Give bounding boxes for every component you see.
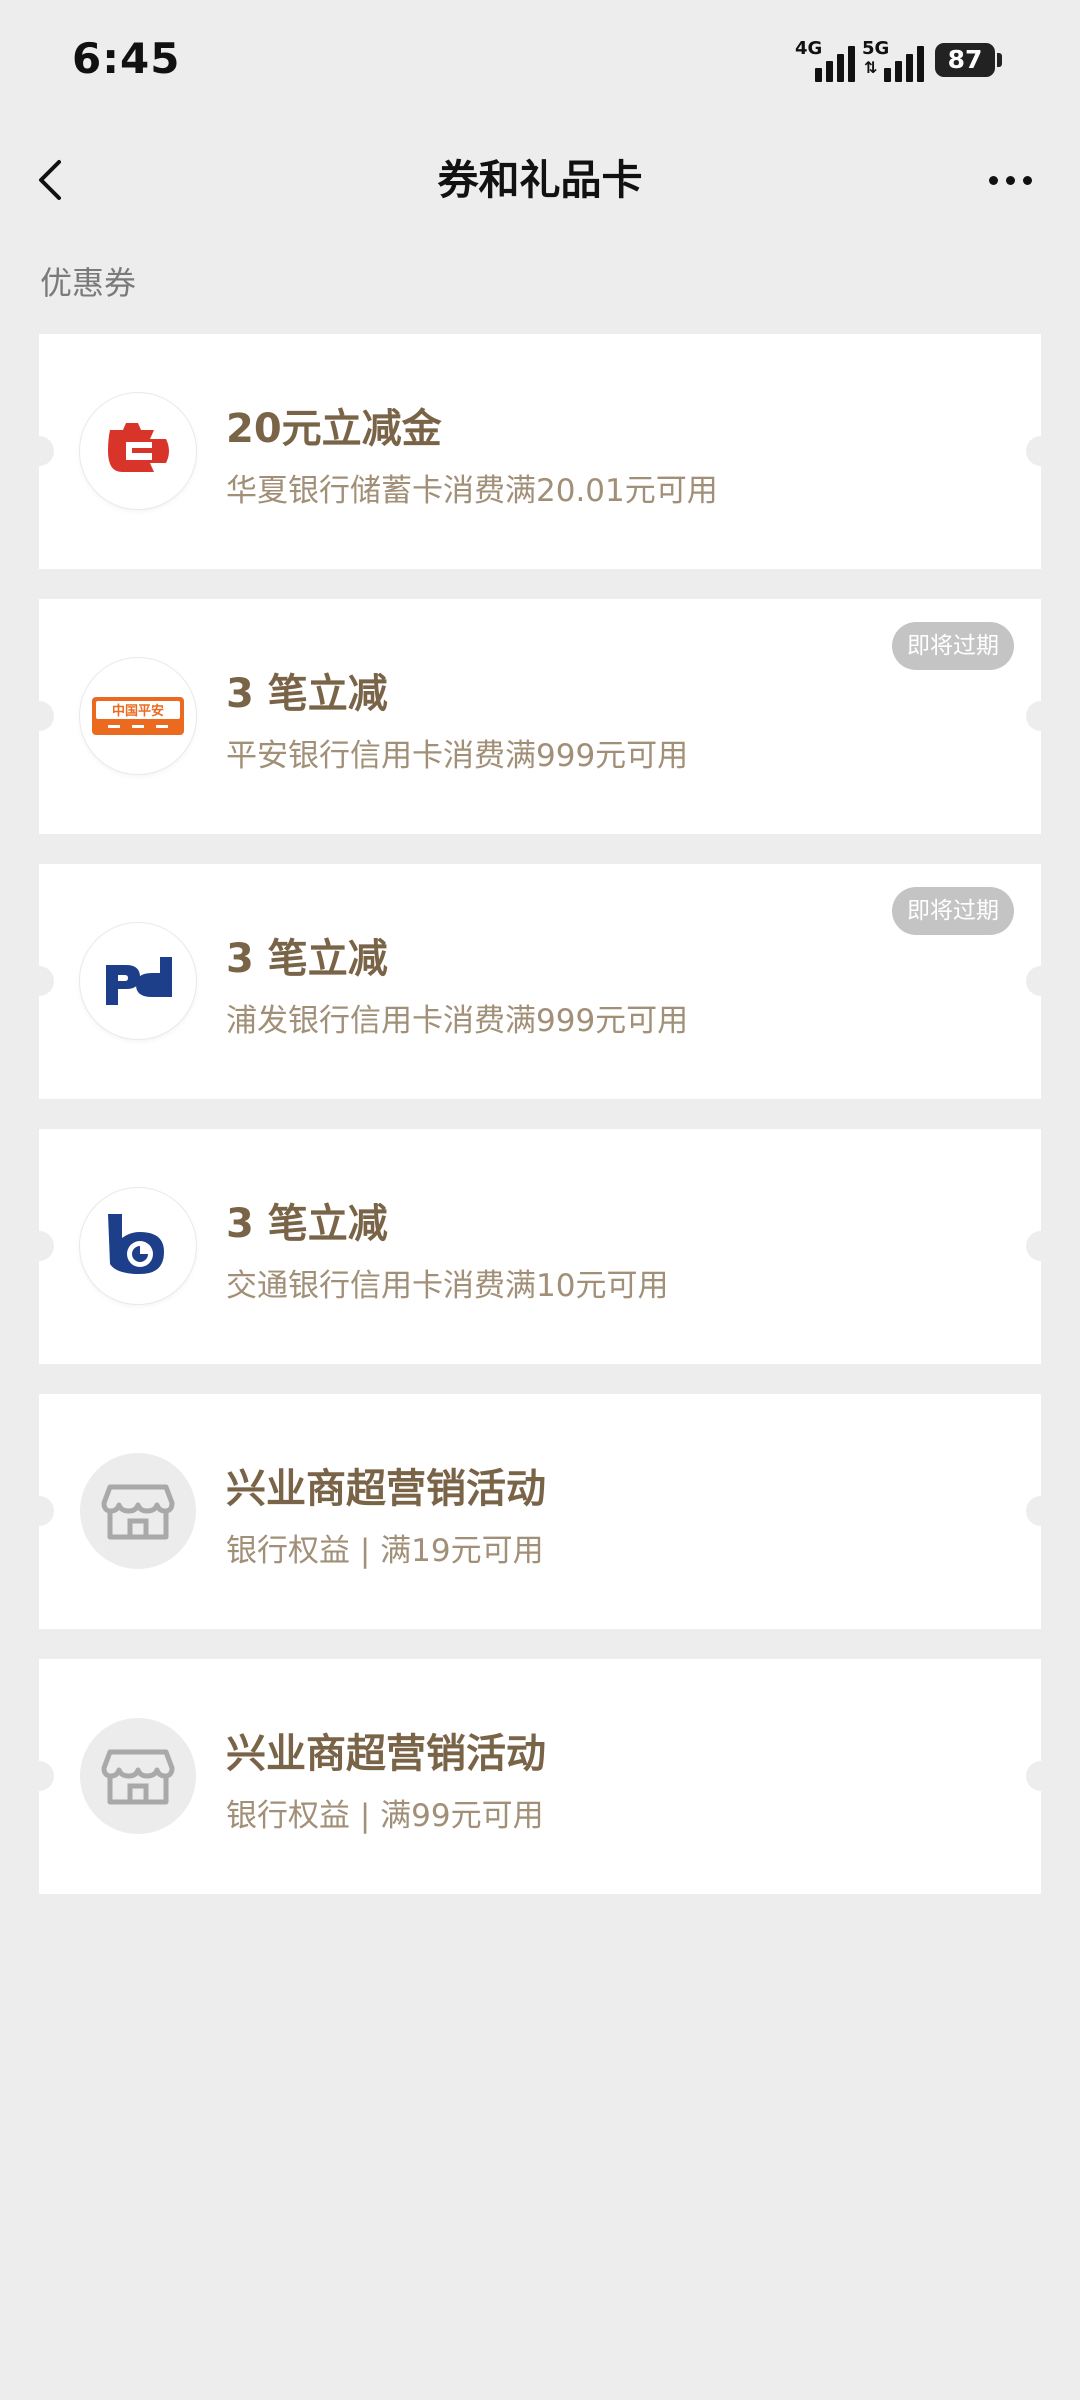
coupon-title: 3 笔立减 [226,936,388,982]
signal-5g-label: 5G [862,38,890,59]
battery-icon: 87 [935,43,995,77]
back-button[interactable] [20,145,90,215]
card-notch [24,966,54,996]
more-dot [1023,176,1032,185]
signal-5g-icon: 5G ⇅ [862,38,934,82]
coupon-title: 兴业商超营销活动 [226,1731,546,1777]
status-time: 6:45 [72,34,181,83]
card-notch [1026,436,1056,466]
status-bar: 6:45 4G 5G ⇅ 87 [0,0,1080,125]
coupon-card[interactable]: 中国平安 即将过期 3 笔立减 平安银行信用卡消费满999元可用 [24,599,1056,834]
store-icon [80,1718,196,1834]
bocom-bank-logo [80,1188,196,1304]
coupon-card[interactable]: 3 笔立减 交通银行信用卡消费满10元可用 [24,1129,1056,1364]
coupon-description: 浦发银行信用卡消费满999元可用 [226,1003,689,1039]
card-notch [24,1231,54,1261]
store-icon [80,1453,196,1569]
section-label-coupons: 优惠券 [40,264,137,302]
coupon-card[interactable]: 兴业商超营销活动 银行权益 | 满99元可用 [24,1659,1056,1894]
card-notch [24,1496,54,1526]
coupon-card[interactable]: 20元立减金 华夏银行储蓄卡消费满20.01元可用 [24,334,1056,569]
card-notch [24,436,54,466]
coupon-title: 兴业商超营销活动 [226,1466,546,1512]
card-notch [24,1761,54,1791]
expiring-badge: 即将过期 [892,622,1014,670]
coupon-card[interactable]: 即将过期 3 笔立减 浦发银行信用卡消费满999元可用 [24,864,1056,1099]
data-arrows-icon: ⇅ [864,58,878,77]
card-notch [1026,1231,1056,1261]
more-dot [989,176,998,185]
coupon-description: 银行权益 | 满99元可用 [226,1798,544,1834]
ping-an-logo-text: 中国平安 [112,703,164,719]
coupon-card[interactable]: 兴业商超营销活动 银行权益 | 满19元可用 [24,1394,1056,1629]
expiring-badge: 即将过期 [892,887,1014,935]
page-title: 券和礼品卡 [437,156,643,204]
battery-level: 87 [947,45,983,74]
card-notch [1026,1496,1056,1526]
battery-tip [997,53,1002,67]
coupon-title: 3 笔立减 [226,671,388,717]
more-button[interactable] [975,150,1045,210]
card-notch [1026,1761,1056,1791]
more-dot [1006,176,1015,185]
coupon-description: 平安银行信用卡消费满999元可用 [226,738,689,774]
hua-xia-bank-logo [80,393,196,509]
coupon-description: 交通银行信用卡消费满10元可用 [226,1268,669,1304]
card-notch [24,701,54,731]
card-notch [1026,701,1056,731]
signal-4g-icon: 4G [795,38,867,82]
nav-bar: 券和礼品卡 [0,130,1080,230]
signal-4g-label: 4G [795,38,823,59]
coupon-description: 银行权益 | 满19元可用 [226,1533,544,1569]
card-notch [1026,966,1056,996]
coupon-description: 华夏银行储蓄卡消费满20.01元可用 [226,473,718,509]
coupon-title: 20元立减金 [226,406,442,452]
ping-an-bank-logo: 中国平安 [80,658,196,774]
coupon-title: 3 笔立减 [226,1201,388,1247]
chevron-left-icon [39,160,61,200]
spd-bank-logo [80,923,196,1039]
